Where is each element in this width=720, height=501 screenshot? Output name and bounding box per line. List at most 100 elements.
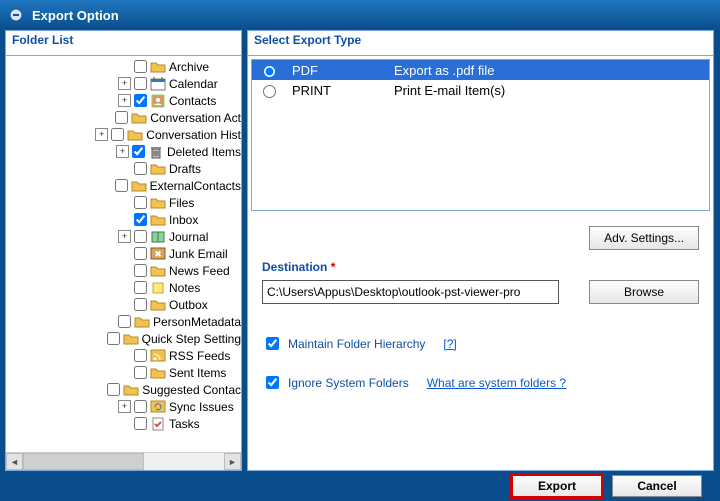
- junk-icon: ✖: [150, 246, 166, 262]
- browse-button[interactable]: Browse: [589, 280, 699, 304]
- tree-item-label: PersonMetadata: [153, 315, 241, 329]
- tree-item-checkbox[interactable]: [134, 196, 147, 209]
- tree-item[interactable]: Drafts: [8, 160, 241, 177]
- expand-toggle[interactable]: +: [118, 77, 131, 90]
- folder-icon: [123, 331, 139, 347]
- tree-item[interactable]: ✖Junk Email: [8, 245, 241, 262]
- ignore-system-folders-option[interactable]: Ignore System Folders: [262, 373, 409, 392]
- maintain-hierarchy-label: Maintain Folder Hierarchy: [288, 337, 425, 351]
- calendar-icon: [150, 76, 166, 92]
- tree-item[interactable]: Notes: [8, 279, 241, 296]
- tree-item-checkbox[interactable]: [134, 213, 147, 226]
- tree-item[interactable]: Inbox: [8, 211, 241, 228]
- tree-item[interactable]: Sent Items: [8, 364, 241, 381]
- adv-settings-button[interactable]: Adv. Settings...: [589, 226, 699, 250]
- expand-toggle[interactable]: +: [118, 230, 131, 243]
- tree-item-checkbox[interactable]: [107, 383, 120, 396]
- destination-input[interactable]: [262, 280, 559, 304]
- footer-bar: Export Cancel: [0, 471, 720, 501]
- system-folders-help-link[interactable]: What are system folders ?: [427, 376, 566, 390]
- tree-item-checkbox[interactable]: [118, 315, 131, 328]
- cancel-button[interactable]: Cancel: [612, 475, 702, 497]
- folder-icon: [150, 59, 166, 75]
- destination-label: Destination *: [262, 260, 699, 274]
- tree-item[interactable]: + Journal: [8, 228, 241, 245]
- tree-item-checkbox[interactable]: [111, 128, 124, 141]
- expand-toggle[interactable]: +: [118, 94, 131, 107]
- tree-item[interactable]: PersonMetadata: [8, 313, 241, 330]
- tree-item-checkbox[interactable]: [134, 94, 147, 107]
- tree-item[interactable]: +Deleted Items: [8, 143, 241, 160]
- folder-list-header: Folder List: [6, 31, 241, 56]
- export-type-row[interactable]: PRINTPrint E-mail Item(s): [252, 80, 709, 100]
- tree-item[interactable]: Files: [8, 194, 241, 211]
- expand-toggle[interactable]: +: [116, 145, 129, 158]
- scroll-thumb[interactable]: [23, 453, 144, 470]
- tree-item-label: Drafts: [169, 162, 201, 176]
- export-type-desc: Print E-mail Item(s): [388, 80, 709, 100]
- tree-item[interactable]: Outbox: [8, 296, 241, 313]
- export-type-row[interactable]: PDFExport as .pdf file: [252, 60, 709, 80]
- export-button[interactable]: Export: [512, 475, 602, 497]
- tree-item[interactable]: + Conversation Hist: [8, 126, 241, 143]
- export-type-radio[interactable]: [263, 65, 276, 78]
- tree-item-checkbox[interactable]: [134, 417, 147, 430]
- tree-item-checkbox[interactable]: [134, 400, 147, 413]
- tree-item[interactable]: RSS Feeds: [8, 347, 241, 364]
- tree-item[interactable]: Archive: [8, 58, 241, 75]
- expand-toggle[interactable]: +: [118, 400, 131, 413]
- tree-item-checkbox[interactable]: [134, 264, 147, 277]
- tree-item-checkbox[interactable]: [134, 349, 147, 362]
- tree-item-checkbox[interactable]: [134, 230, 147, 243]
- sync-icon: [150, 399, 166, 415]
- tree-item-label: Sent Items: [169, 366, 226, 380]
- export-type-radio[interactable]: [263, 85, 276, 98]
- title-bar: Export Option: [0, 0, 720, 30]
- tree-item-checkbox[interactable]: [132, 145, 145, 158]
- tree-item[interactable]: News Feed: [8, 262, 241, 279]
- outbox-icon: [150, 297, 166, 313]
- horizontal-scrollbar[interactable]: ◄ ►: [6, 452, 241, 470]
- app-icon: [8, 7, 24, 23]
- tree-item-checkbox[interactable]: [134, 247, 147, 260]
- tree-item-checkbox[interactable]: [134, 162, 147, 175]
- tree-item-label: Junk Email: [169, 247, 228, 261]
- tree-item-label: Conversation Hist: [146, 128, 241, 142]
- sent-icon: [150, 365, 166, 381]
- ignore-system-folders-checkbox[interactable]: [266, 376, 279, 389]
- folder-icon: [134, 314, 150, 330]
- feed-icon: [150, 263, 166, 279]
- tree-item-label: Calendar: [169, 77, 218, 91]
- tree-item-checkbox[interactable]: [115, 111, 128, 124]
- tree-item-checkbox[interactable]: [134, 366, 147, 379]
- maintain-hierarchy-checkbox[interactable]: [266, 337, 279, 350]
- maintain-hierarchy-option[interactable]: Maintain Folder Hierarchy: [262, 334, 425, 353]
- tree-item-label: Files: [169, 196, 194, 210]
- tree-item-checkbox[interactable]: [115, 179, 128, 192]
- tree-item[interactable]: ExternalContacts: [8, 177, 241, 194]
- tree-item-checkbox[interactable]: [107, 332, 120, 345]
- inbox-icon: [150, 212, 166, 228]
- export-type-panel: Select Export Type PDFExport as .pdf fil…: [247, 30, 714, 471]
- tree-item-checkbox[interactable]: [134, 60, 147, 73]
- export-type-header: Select Export Type: [248, 31, 713, 56]
- expand-toggle[interactable]: +: [95, 128, 108, 141]
- tree-item-checkbox[interactable]: [134, 77, 147, 90]
- scroll-right-button[interactable]: ►: [224, 453, 241, 470]
- tree-item-checkbox[interactable]: [134, 298, 147, 311]
- tree-item[interactable]: + Calendar: [8, 75, 241, 92]
- tree-item-label: Tasks: [169, 417, 200, 431]
- scroll-left-button[interactable]: ◄: [6, 453, 23, 470]
- rss-icon: [150, 348, 166, 364]
- tree-item[interactable]: Suggested Contac: [8, 381, 241, 398]
- tree-item[interactable]: Quick Step Setting: [8, 330, 241, 347]
- tree-item[interactable]: Tasks: [8, 415, 241, 432]
- tree-item-label: Journal: [169, 230, 208, 244]
- tree-item-label: Contacts: [169, 94, 216, 108]
- maintain-hierarchy-help-link[interactable]: [?]: [443, 337, 456, 351]
- tree-item[interactable]: +Sync Issues: [8, 398, 241, 415]
- tree-item[interactable]: Conversation Act: [8, 109, 241, 126]
- tree-item-checkbox[interactable]: [134, 281, 147, 294]
- tree-item[interactable]: + Contacts: [8, 92, 241, 109]
- folder-tree[interactable]: Archive + Calendar + ContactsConversation Ac…: [6, 56, 241, 452]
